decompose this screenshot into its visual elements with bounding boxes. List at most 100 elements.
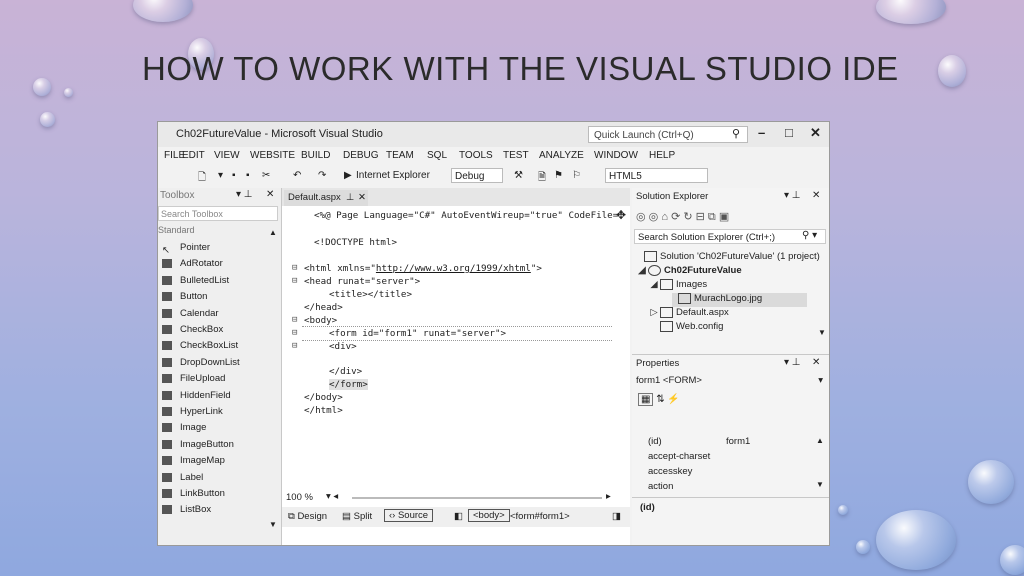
collapse-icon[interactable]: ▷ (648, 307, 660, 318)
split-icon[interactable]: ✥ (616, 208, 626, 222)
search-icon[interactable]: ⚲ ▾ (802, 230, 817, 241)
toolbox-search-input[interactable]: Search Toolbox (158, 206, 278, 221)
bookmark-icon[interactable]: ⚑ (554, 170, 563, 181)
close-icon[interactable]: ✕ (812, 190, 820, 201)
menu-sql[interactable]: SQL (427, 150, 447, 161)
toolbox-item[interactable]: DropDownList (162, 355, 262, 370)
wrench-icon[interactable]: ⚒ (514, 170, 523, 181)
toolbox-item[interactable]: ImageButton (162, 437, 262, 452)
events-icon[interactable]: ⚡ (667, 394, 679, 405)
pin-icon[interactable]: ▾ ⊥ (784, 190, 801, 201)
back-icon[interactable]: ◎ (636, 211, 646, 223)
tree-default-aspx[interactable]: ▷ Default.aspx (648, 307, 729, 318)
new-project-icon[interactable]: 🗋 (198, 170, 206, 187)
object-selector[interactable]: form1 <FORM> ▾ (636, 375, 823, 390)
menu-analyze[interactable]: ANALYZE (539, 150, 584, 161)
toolbox-item[interactable]: ListBox (162, 502, 262, 517)
menu-test[interactable]: TEST (503, 150, 529, 161)
split-tab[interactable]: ▤ Split (342, 511, 372, 522)
property-name[interactable]: accept-charset (648, 451, 710, 462)
toolbox-item[interactable]: Button (162, 289, 262, 304)
close-icon[interactable]: ✕ (358, 190, 366, 206)
toolbox-item[interactable]: HiddenField (162, 388, 262, 403)
path-body[interactable]: <body> (468, 509, 510, 522)
close-button[interactable]: ✕ (810, 125, 821, 141)
open-icon[interactable]: ▾ (218, 170, 223, 181)
tree-images-folder[interactable]: ◢ Images (648, 279, 707, 290)
menu-view[interactable]: VIEW (214, 150, 240, 161)
pin-icon[interactable]: ▾ ⊥ (784, 357, 801, 368)
toolbox-item[interactable]: Calendar (162, 306, 262, 321)
sync-icon[interactable]: ⟳ (671, 211, 680, 223)
toolbox-item[interactable]: Image (162, 420, 262, 435)
property-value[interactable]: form1 (726, 436, 750, 447)
close-icon[interactable]: ✕ (812, 357, 820, 368)
path-form[interactable]: <form#form1> (510, 511, 570, 522)
property-name[interactable]: action (648, 481, 673, 492)
collapse-icon[interactable]: ⊟ (292, 341, 297, 351)
collapse-icon[interactable]: ⊟ (292, 263, 297, 273)
tag-nav-left-icon[interactable]: ◧ (454, 511, 463, 522)
collapse-all-icon[interactable]: ⊟ (696, 211, 705, 223)
save-icon[interactable]: ▪ (232, 170, 236, 181)
menu-team[interactable]: TEAM (386, 150, 414, 161)
quick-launch-input[interactable]: Quick Launch (Ctrl+Q) (588, 126, 748, 143)
close-icon[interactable]: ✕ (266, 189, 274, 200)
toolbox-item[interactable]: Label (162, 470, 262, 485)
menu-website[interactable]: WEBSITE (250, 150, 295, 161)
refresh-icon[interactable]: ↻ (683, 211, 692, 223)
collapse-icon[interactable]: ⊟ (292, 328, 297, 338)
source-tab[interactable]: ‹› Source (384, 509, 434, 522)
toolbox-item[interactable]: BulletedList (162, 273, 262, 288)
toolbox-scrollbar[interactable]: ▲ ▼ (268, 228, 277, 529)
menu-tools[interactable]: TOOLS (459, 150, 493, 161)
scroll-right-icon[interactable]: ▸ (606, 491, 611, 502)
expand-icon[interactable]: ◢ (636, 265, 648, 276)
toolbox-item[interactable]: AdRotator (162, 256, 262, 271)
zoom-dropdown-icon[interactable]: ▾ ◂ (326, 491, 338, 502)
toolbox-item[interactable]: FileUpload (162, 371, 262, 386)
undo-icon[interactable]: ↶ (293, 170, 301, 181)
tree-logo-file[interactable]: MurachLogo.jpg (678, 293, 762, 304)
menu-edit[interactable]: EDIT (182, 150, 205, 161)
zoom-level[interactable]: 100 % (286, 492, 313, 503)
code-editor[interactable]: Default.aspx ⊥ ✕ <%@ Page Language="C#" … (282, 188, 630, 545)
solution-search-input[interactable]: Search Solution Explorer (Ctrl+;) (634, 229, 826, 244)
tree-project[interactable]: ◢ Ch02FutureValue (636, 265, 742, 276)
chevron-down-icon[interactable]: ▾ (818, 375, 823, 386)
tab-default-aspx[interactable]: Default.aspx ⊥ ✕ (284, 190, 368, 206)
tag-nav-right-icon[interactable]: ◨ (612, 511, 621, 522)
minimize-button[interactable]: – (758, 125, 765, 140)
save-all-icon[interactable]: ▪ (246, 170, 250, 181)
home-icon[interactable]: ⌂ (661, 211, 668, 223)
cut-icon[interactable]: ✂ (262, 170, 270, 181)
maximize-button[interactable]: □ (785, 125, 793, 140)
pin-icon[interactable]: ⊥ (346, 190, 354, 206)
horizontal-scrollbar[interactable] (352, 497, 602, 499)
redo-icon[interactable]: ↷ (318, 170, 326, 181)
menu-build[interactable]: BUILD (301, 150, 330, 161)
toolbox-item[interactable]: ImageMap (162, 453, 262, 468)
categorized-icon[interactable]: ▦ (638, 393, 654, 406)
property-name[interactable]: accesskey (648, 466, 692, 477)
collapse-icon[interactable]: ⊟ (292, 315, 297, 325)
play-icon[interactable]: ▶ (344, 170, 352, 181)
page-icon[interactable]: 🗎 (538, 170, 546, 187)
forward-icon[interactable]: ◎ (649, 211, 659, 223)
design-tab[interactable]: ⧉ Design (288, 511, 327, 522)
scroll-down-icon[interactable]: ▼ (816, 480, 824, 489)
target-select[interactable]: HTML5 (605, 168, 708, 183)
expand-icon[interactable]: ◢ (648, 279, 660, 290)
scroll-down-icon[interactable]: ▼ (818, 328, 826, 337)
scroll-up-icon[interactable]: ▲ (816, 436, 824, 445)
xmlns-link[interactable]: http://www.w3.org/1999/xhtml (376, 263, 531, 274)
toolbox-item[interactable]: LinkButton (162, 486, 262, 501)
tree-web-config[interactable]: Web.config (660, 321, 723, 332)
collapse-icon[interactable]: ⊟ (292, 276, 297, 286)
toolbox-item[interactable]: CheckBoxList (162, 338, 262, 353)
show-all-icon[interactable]: ⧉ (708, 211, 716, 223)
flag-icon[interactable]: ⚐ (572, 170, 581, 181)
toolbox-item[interactable]: HyperLink (162, 404, 262, 419)
properties-icon[interactable]: ▣ (719, 211, 729, 223)
property-name[interactable]: (id) (648, 436, 662, 447)
